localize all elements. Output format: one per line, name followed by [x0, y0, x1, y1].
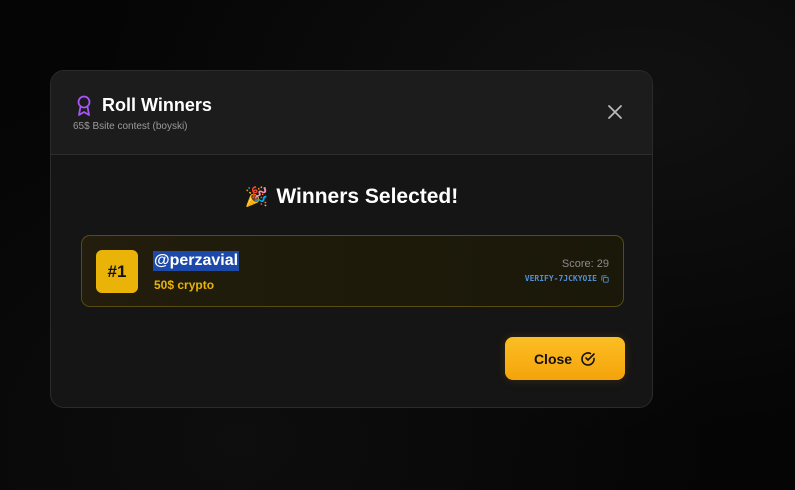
close-icon[interactable] [606, 103, 624, 121]
rank-badge: #1 [96, 250, 138, 293]
winner-prize: 50$ crypto [154, 278, 215, 292]
headline-text: Winners Selected! [276, 185, 459, 208]
winners-headline: 🎉 Winners Selected! [51, 185, 652, 209]
close-button[interactable]: Close [505, 337, 625, 380]
check-circle-icon [581, 351, 595, 366]
modal-title: Roll Winners [102, 95, 212, 115]
verify-code-copy[interactable]: VERIFY-7JCKYOIE [525, 274, 609, 283]
winner-score: Score: 29 [561, 258, 609, 270]
modal-header: Roll Winners 65$ Bsite contest (boyski) [51, 71, 652, 155]
modal-subtitle: 65$ Bsite contest (boyski) [73, 121, 188, 132]
roll-winners-modal: Roll Winners 65$ Bsite contest (boyski) … [50, 70, 653, 408]
copy-icon[interactable] [601, 274, 609, 283]
party-popper-icon: 🎉 [244, 187, 269, 208]
winner-card: #1 @perzavial 50$ crypto Score: 29 VERIF… [81, 235, 624, 307]
winner-username[interactable]: @perzavial [153, 251, 240, 271]
verify-code[interactable]: VERIFY-7JCKYOIE [525, 274, 597, 283]
close-button-label: Close [533, 350, 573, 367]
award-icon [77, 95, 91, 116]
modal-body: 🎉 Winners Selected! #1 @perzavial 50$ cry… [51, 155, 652, 407]
